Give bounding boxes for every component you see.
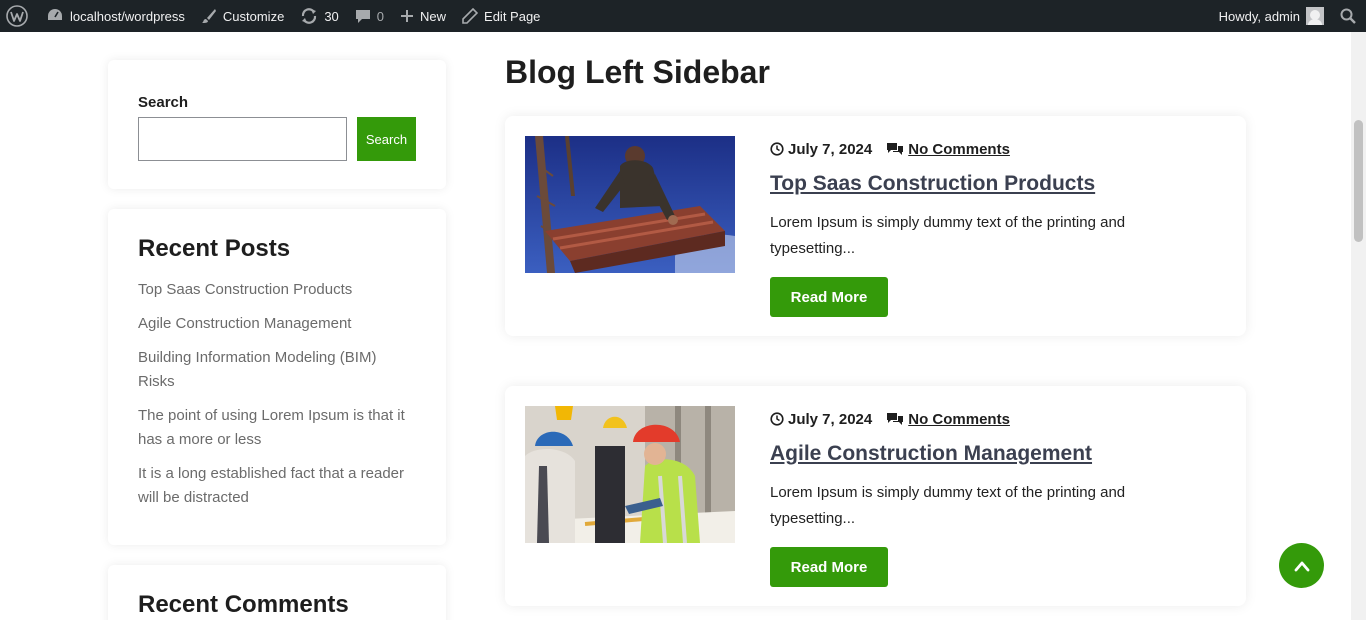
chevron-up-icon — [1294, 561, 1309, 571]
dashboard-icon — [48, 9, 62, 20]
brush-icon — [201, 9, 216, 23]
recent-post-link[interactable]: Top Saas Construction Products — [138, 278, 416, 302]
comment-bubble-icon — [355, 10, 370, 23]
pencil-icon — [462, 8, 479, 24]
new-label: New — [420, 8, 447, 24]
post-meta: July 7, 2024 No Comments — [770, 140, 1210, 158]
site-name-menu[interactable]: localhost/wordpress — [38, 0, 193, 32]
customize-link[interactable]: Customize — [193, 0, 292, 32]
post-excerpt: Lorem Ipsum is simply dummy text of the … — [770, 214, 1126, 257]
new-content-menu[interactable]: New — [392, 0, 454, 32]
site-name: localhost/wordpress — [70, 8, 185, 24]
edit-page-link[interactable]: Edit Page — [454, 0, 548, 32]
comments-link[interactable]: 0 — [347, 0, 392, 32]
recent-comments-widget: Recent Comments — [108, 565, 446, 620]
edit-page-label: Edit Page — [484, 8, 541, 24]
post-card: July 7, 2024 No Comments Agile Construct… — [505, 386, 1246, 606]
clock-icon — [770, 142, 784, 156]
my-account-menu[interactable]: Howdy, admin — [1211, 0, 1332, 32]
updates-count: 30 — [324, 8, 339, 24]
avatar — [1306, 7, 1324, 25]
post-date: July 7, 2024 — [788, 410, 873, 428]
recent-posts-list: Top Saas Construction Products Agile Con… — [138, 278, 416, 510]
admin-bar: localhost/wordpress Customize 30 0 New E… — [0, 0, 1366, 32]
search-widget-label: Search — [138, 94, 189, 111]
post-title-link[interactable]: Top Saas Construction Products — [770, 172, 1210, 196]
customize-label: Customize — [222, 8, 285, 24]
comments-icon — [887, 143, 904, 155]
post-comments-link[interactable]: No Comments — [908, 141, 1010, 158]
search-input[interactable] — [138, 117, 347, 161]
howdy-label: Howdy, admin — [1218, 8, 1300, 24]
recent-post-link[interactable]: Agile Construction Management — [138, 312, 416, 336]
post-thumbnail-construction-worker[interactable] — [525, 136, 735, 273]
search-icon — [1340, 8, 1356, 24]
page-scrollbar[interactable] — [1351, 32, 1366, 620]
plus-icon — [401, 10, 414, 22]
back-to-top-button[interactable] — [1279, 543, 1324, 588]
post-thumbnail-engineers-team[interactable] — [525, 406, 735, 543]
search-button[interactable]: Search — [357, 117, 416, 161]
scrollbar-thumb[interactable] — [1354, 120, 1363, 242]
page-title: Blog Left Sidebar — [505, 54, 770, 90]
comments-count: 0 — [376, 8, 385, 24]
updates-link[interactable]: 30 — [292, 0, 346, 32]
admin-search-button[interactable] — [1332, 0, 1366, 32]
comments-icon — [887, 413, 904, 425]
post-card: July 7, 2024 No Comments Top Saas Constr… — [505, 116, 1246, 336]
recent-comments-title: Recent Comments — [138, 591, 349, 618]
recent-post-link[interactable]: Building Information Modeling (BIM) Risk… — [138, 346, 416, 394]
post-comments-link[interactable]: No Comments — [908, 411, 1010, 428]
post-meta: July 7, 2024 No Comments — [770, 410, 1210, 428]
wordpress-logo-menu[interactable] — [0, 0, 38, 32]
read-more-button[interactable]: Read More — [770, 547, 888, 587]
clock-icon — [770, 412, 784, 426]
search-widget: Search Search — [108, 60, 446, 189]
recent-post-link[interactable]: It is a long established fact that a rea… — [138, 462, 416, 510]
post-excerpt: Lorem Ipsum is simply dummy text of the … — [770, 484, 1126, 527]
recent-posts-title: Recent Posts — [138, 235, 291, 262]
post-title-link[interactable]: Agile Construction Management — [770, 442, 1210, 466]
updates-icon — [302, 8, 317, 24]
wordpress-icon — [6, 5, 28, 27]
read-more-button[interactable]: Read More — [770, 277, 888, 317]
post-date: July 7, 2024 — [788, 140, 873, 158]
recent-posts-widget: Recent Posts Top Saas Construction Produ… — [108, 209, 446, 545]
recent-post-link[interactable]: The point of using Lorem Ipsum is that i… — [138, 404, 416, 452]
